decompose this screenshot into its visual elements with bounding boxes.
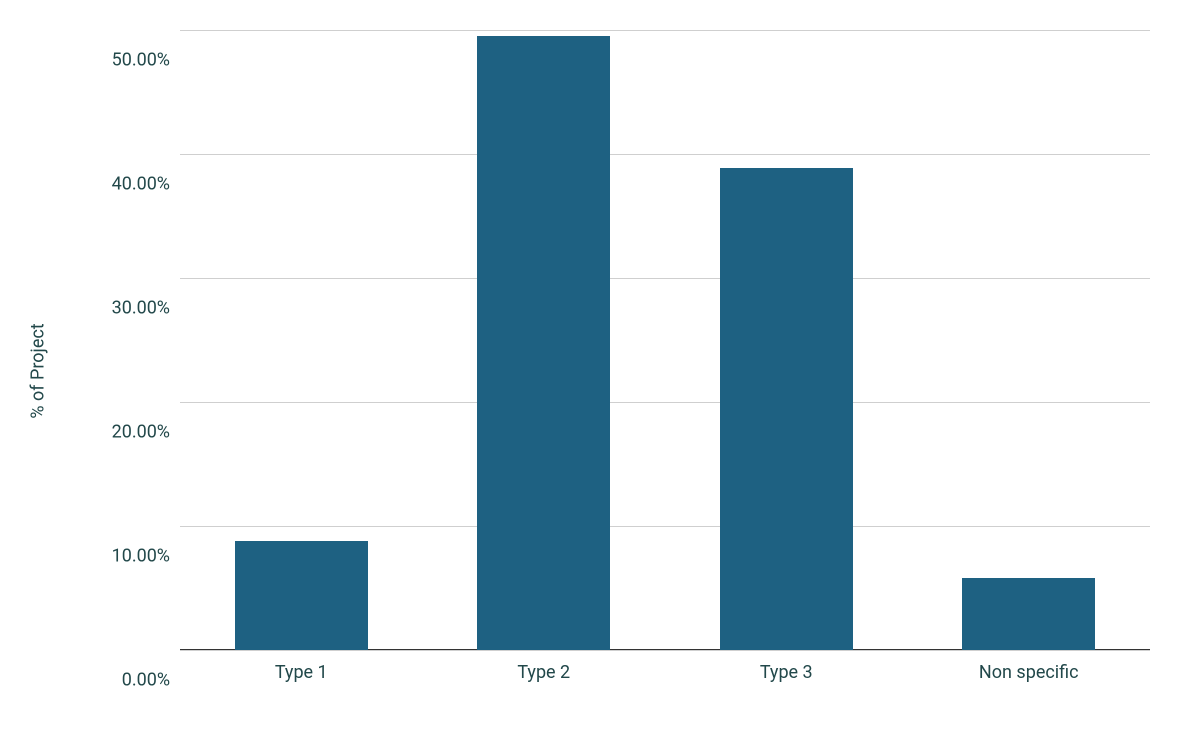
gridline [180,278,1150,279]
y-tick-label: 0.00% [122,670,170,691]
chart-container: % of Project Type 1 Type 2 Type 3 Non sp… [0,0,1200,742]
bar [720,168,853,650]
gridline [180,154,1150,155]
x-tick-label: Type 3 [760,662,813,683]
y-tick-label: 50.00% [112,50,170,71]
y-tick-label: 10.00% [112,546,170,567]
y-axis-title: % of Project [28,323,49,418]
bar [477,36,610,650]
bar [235,541,368,650]
gridline [180,650,1150,651]
x-tick-label: Type 2 [517,662,570,683]
gridline [180,402,1150,403]
bar [962,578,1095,650]
y-tick-label: 30.00% [112,298,170,319]
x-tick-label: Non specific [979,662,1079,683]
gridline [180,526,1150,527]
y-tick-label: 20.00% [112,422,170,443]
plot-area: Type 1 Type 2 Type 3 Non specific 0.00% … [180,30,1150,650]
y-tick-label: 40.00% [112,174,170,195]
x-tick-label: Type 1 [275,662,328,683]
gridline [180,30,1150,31]
